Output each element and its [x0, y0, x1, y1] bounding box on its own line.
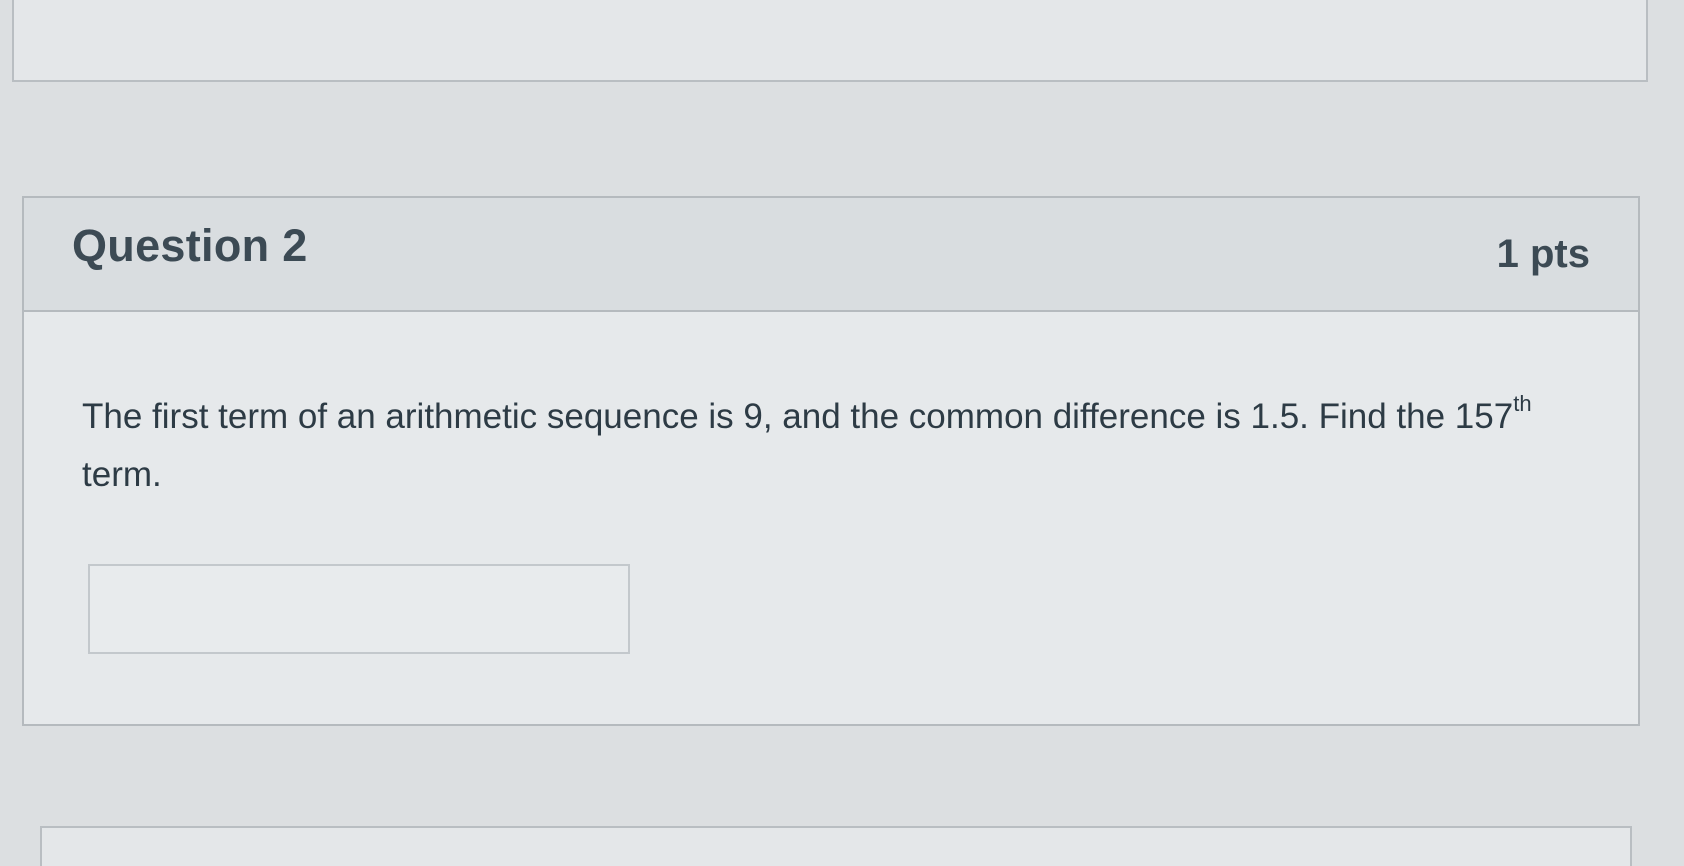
question-text-tail: term.	[82, 455, 162, 494]
previous-question-card	[12, 0, 1648, 82]
question-header: Question 2 1 pts	[24, 198, 1638, 312]
question-text: The first term of an arithmetic sequence…	[82, 388, 1588, 504]
question-body: The first term of an arithmetic sequence…	[24, 312, 1638, 654]
question-text-main: The first term of an arithmetic sequence…	[82, 397, 1514, 436]
question-card: Question 2 1 pts The first term of an ar…	[22, 196, 1640, 726]
answer-input[interactable]	[88, 564, 630, 654]
question-points: 1 pts	[1496, 232, 1590, 276]
question-title: Question 2	[72, 220, 308, 271]
next-question-card	[40, 826, 1632, 866]
ordinal-superscript: th	[1513, 391, 1532, 417]
